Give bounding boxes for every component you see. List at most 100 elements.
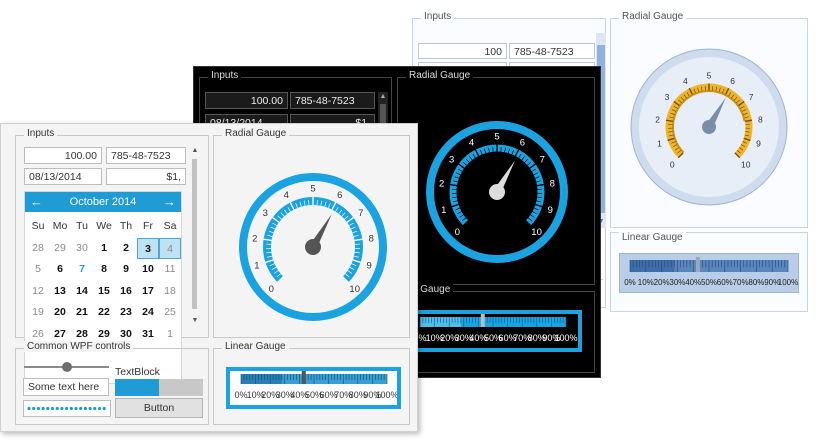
linear-gauge-tick-label: 70% bbox=[733, 278, 749, 287]
numeric-input[interactable]: 100.00 bbox=[205, 92, 288, 109]
radial-gauge-group: Radial Gauge 0 1 2 3 4 5 6 7 8 9 10 bbox=[610, 11, 808, 228]
progress-dot bbox=[27, 406, 31, 411]
calendar-day[interactable]: 18 bbox=[159, 281, 181, 303]
calendar-day[interactable]: 24 bbox=[137, 302, 159, 324]
calendar-day[interactable]: 3 bbox=[137, 237, 159, 259]
scroll-up-icon[interactable]: ▲ bbox=[191, 147, 199, 155]
linear-gauge-tick-label: 60% bbox=[717, 278, 733, 287]
scroll-down-icon[interactable]: ▼ bbox=[191, 317, 199, 325]
gauge-tick-label: 4 bbox=[683, 76, 688, 86]
inputs-scrollbar[interactable]: ▲ ▼ bbox=[190, 147, 200, 325]
gauge-tick-label: 5 bbox=[494, 132, 499, 143]
linear-gauge-pointer bbox=[695, 257, 700, 272]
gauge-tick-label: 5 bbox=[310, 184, 315, 195]
calendar-day[interactable]: 9 bbox=[115, 259, 137, 281]
calendar-day[interactable]: 21 bbox=[71, 302, 93, 324]
wpf-controls-title: Common WPF controls bbox=[24, 341, 134, 352]
inputs-title: Inputs bbox=[421, 11, 455, 22]
masked-ssn-input[interactable]: 785-48-7523 bbox=[509, 43, 595, 59]
button[interactable]: Button bbox=[115, 398, 203, 418]
calendar-day[interactable]: 19 bbox=[27, 302, 49, 324]
linear-gauge-tick-label: 100% bbox=[778, 278, 798, 287]
inputs-title: Inputs bbox=[208, 70, 242, 81]
gauge-tick-label: 0 bbox=[670, 159, 675, 169]
weekday-header: Fr bbox=[143, 220, 153, 232]
gauge-tick-label: 3 bbox=[263, 208, 268, 219]
progress-dots bbox=[27, 406, 106, 411]
scroll-up-icon[interactable]: ▲ bbox=[379, 93, 387, 101]
linear-gauge-tick-label: 100% bbox=[554, 333, 577, 343]
linear-gauge-group: Linear Gauge 0% 10% 20% 30% 40% 50% 60% 70% 80% 9… bbox=[213, 341, 410, 425]
progress-dot bbox=[65, 406, 69, 411]
calendar-day[interactable]: 22 bbox=[93, 302, 115, 324]
calendar-day[interactable]: 25 bbox=[159, 302, 181, 324]
calendar-header: ← October 2014 → bbox=[25, 192, 181, 212]
slider[interactable] bbox=[24, 362, 109, 372]
text-box[interactable]: Some text here bbox=[23, 378, 109, 396]
radial-gauge-group: Radial Gauge 0 1 2 3 4 5 6 7 8 9 10 bbox=[213, 128, 410, 338]
calendar-day[interactable]: 2 bbox=[115, 238, 137, 260]
linear-gauge-frame: 0% 10% 20% 30% 40% 50% 60% 70% 80% 90% 100% bbox=[406, 310, 582, 352]
calendar-day[interactable]: 23 bbox=[115, 302, 137, 324]
calendar-day[interactable]: 15 bbox=[93, 281, 115, 303]
calendar-month-label[interactable]: October 2014 bbox=[25, 196, 181, 208]
progress-dot bbox=[32, 406, 36, 411]
progress-dot bbox=[41, 406, 45, 411]
currency-input[interactable]: $1, bbox=[106, 168, 186, 185]
calendar-day[interactable]: 5 bbox=[27, 259, 49, 281]
calendar-day[interactable]: 20 bbox=[49, 302, 71, 324]
gauge-tick-label: 2 bbox=[252, 233, 257, 244]
calendar-day[interactable]: 13 bbox=[49, 281, 71, 303]
progress-dot bbox=[83, 406, 87, 411]
calendar-day[interactable]: 1 bbox=[93, 238, 115, 260]
calendar-grid: Su Mo Tu We Th Fr Sa 28 29 30 1 2 3 4 5 6 7 8 9 10 11 12 13 14 1… bbox=[27, 216, 181, 345]
linear-gauge-pointer bbox=[301, 371, 306, 384]
numeric-input[interactable]: 100 bbox=[418, 43, 507, 59]
calendar-day[interactable]: 29 bbox=[49, 238, 71, 260]
radial-gauge-group: Radial Gauge 0 1 2 3 4 5 6 7 8 9 10 bbox=[397, 70, 595, 285]
calendar-day[interactable]: 10 bbox=[137, 259, 159, 281]
weekday-header: Mo bbox=[52, 220, 68, 232]
calendar-day[interactable]: 28 bbox=[27, 238, 49, 260]
calendar-day[interactable]: 17 bbox=[137, 281, 159, 303]
gauge-tick-label: 6 bbox=[337, 190, 342, 201]
calendar-day[interactable]: 11 bbox=[159, 259, 181, 281]
weekday-header: Th bbox=[119, 220, 133, 232]
gauge-tick-label: 5 bbox=[707, 71, 712, 81]
masked-ssn-input[interactable]: 785-48-7523 bbox=[290, 92, 375, 109]
calendar-day[interactable]: 4 bbox=[159, 237, 181, 259]
gauge-tick-label: 4 bbox=[469, 138, 474, 149]
gauge-tick-label: 0 bbox=[269, 284, 274, 295]
calendar-day[interactable]: 6 bbox=[49, 259, 71, 281]
progress-dot bbox=[79, 406, 83, 411]
linear-gauge-tick-label: 20% bbox=[654, 278, 670, 287]
gauge-tick-label: 9 bbox=[548, 205, 553, 216]
gauge-tick-label: 9 bbox=[756, 139, 761, 149]
progress-dot bbox=[97, 406, 102, 411]
calendar-day[interactable]: 31 bbox=[137, 324, 159, 346]
calendar-day[interactable]: 12 bbox=[27, 281, 49, 303]
slider-thumb[interactable] bbox=[61, 362, 72, 372]
gauge-tick-label: 6 bbox=[730, 76, 735, 86]
numeric-input[interactable]: 100.00 bbox=[24, 147, 102, 164]
calendar-day[interactable]: 7 bbox=[71, 259, 93, 281]
progress-dot bbox=[74, 406, 78, 411]
next-month-icon[interactable]: → bbox=[163, 194, 176, 209]
linear-gauge: 0%10%20%30%40%50%60%70%80%90%100% bbox=[413, 314, 578, 343]
calendar-day[interactable]: 30 bbox=[71, 238, 93, 260]
weekday-header: We bbox=[96, 220, 112, 232]
masked-ssn-input[interactable]: 785-48-7523 bbox=[106, 147, 186, 164]
date-input[interactable]: 08/13/2014 bbox=[24, 168, 102, 185]
window-light-theme: Inputs 100.00 785-48-7523 08/13/2014 $1,… bbox=[0, 123, 418, 432]
scrollbar-thumb[interactable] bbox=[192, 159, 197, 309]
linear-gauge-frame: 0% 10% 20% 30% 40% 50% 60% 70% 80% 90% 100% bbox=[226, 367, 401, 409]
gauge-tick-label: 10 bbox=[531, 227, 542, 238]
calendar-day[interactable]: 1 bbox=[159, 324, 181, 346]
progress-dot bbox=[60, 406, 64, 411]
gauge-tick-label: 3 bbox=[665, 92, 670, 102]
calendar-day[interactable]: 8 bbox=[93, 259, 115, 281]
calendar-day[interactable]: 14 bbox=[71, 281, 93, 303]
linear-gauge-tick-label: 10% bbox=[638, 278, 654, 287]
gauge-tick-label: 6 bbox=[520, 138, 525, 149]
calendar-day[interactable]: 16 bbox=[115, 281, 137, 303]
